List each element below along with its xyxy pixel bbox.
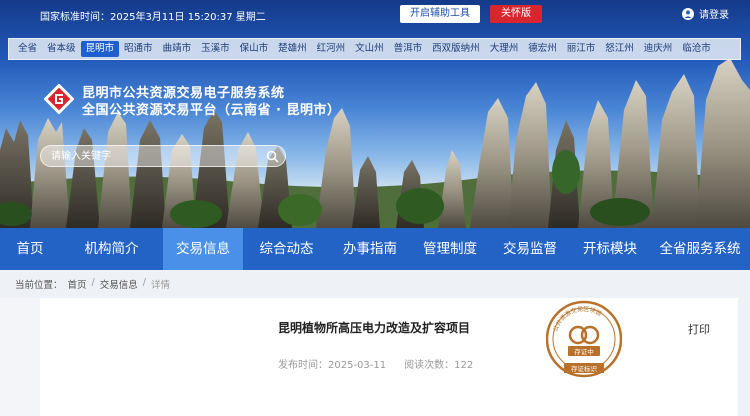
- search-icon[interactable]: [266, 150, 279, 163]
- breadcrumb-home[interactable]: 首页: [68, 277, 87, 291]
- content-side-gutter: [0, 298, 40, 416]
- region-bar: 全省 省本级 昆明市 昭通市 曲靖市 玉溪市 保山市 楚雄州 红河州 文山州 普洱市 西双版纳州 大理州…: [8, 38, 741, 60]
- region-item[interactable]: 怒江州: [600, 41, 639, 57]
- region-item[interactable]: 西双版纳州: [427, 41, 485, 57]
- login-label: 请登录: [699, 10, 729, 21]
- breadcrumb-trading-info[interactable]: 交易信息: [100, 277, 138, 291]
- breadcrumb: 当前位置： 首页 / 交易信息 / 详情: [15, 277, 170, 291]
- search-input[interactable]: [51, 149, 261, 164]
- region-item[interactable]: 曲靖市: [158, 41, 197, 57]
- nav-item[interactable]: 开标模块: [570, 228, 650, 270]
- region-item[interactable]: 保山市: [235, 41, 274, 57]
- print-button[interactable]: 打印: [688, 321, 710, 337]
- views-value: 122: [454, 360, 474, 371]
- region-item[interactable]: 德宏州: [523, 41, 562, 57]
- publish-label: 发布时间：: [278, 360, 328, 371]
- breadcrumb-current: 详情: [150, 280, 170, 291]
- nav-item[interactable]: 首页: [0, 228, 60, 270]
- view-count: 阅读次数：122: [404, 356, 473, 371]
- article-title: 昆明植物所高压电力改造及扩容项目: [278, 321, 471, 335]
- main-nav: 首页 机构简介 交易信息 综合动态 办事指南 管理制度 交易监督 开标模块 全省服务系统: [0, 228, 750, 270]
- care-version-button[interactable]: 关怀版: [490, 5, 542, 23]
- nav-item[interactable]: 交易监督: [490, 228, 570, 270]
- top-bar: 国家标准时间：2025年3月11日 15:20:37 星期二 开启辅助工具 关怀…: [0, 0, 750, 30]
- clock-label: 国家标准时间：: [40, 12, 110, 23]
- region-item[interactable]: 丽江市: [562, 41, 601, 57]
- standard-time: 国家标准时间：2025年3月11日 15:20:37 星期二: [40, 8, 266, 23]
- site-title-line2: 全国公共资源交易平台（云南省 · 昆明市）: [82, 103, 341, 118]
- publish-date: 2025-03-11: [328, 360, 387, 371]
- nav-item[interactable]: 全省服务系统: [650, 228, 750, 270]
- nav-item[interactable]: 综合动态: [243, 228, 330, 270]
- nav-item[interactable]: 办事指南: [330, 228, 410, 270]
- seal-center-text: 存证中: [574, 347, 594, 356]
- user-icon: [682, 7, 694, 20]
- breadcrumb-separator: /: [91, 277, 95, 288]
- assist-tools-button[interactable]: 开启辅助工具: [400, 5, 480, 23]
- seal-bottom-text: 存证标识: [571, 364, 598, 373]
- publish-time: 发布时间：2025-03-11: [278, 356, 386, 371]
- region-item[interactable]: 全省: [13, 41, 42, 57]
- region-item[interactable]: 普洱市: [389, 41, 428, 57]
- nav-item[interactable]: 机构简介: [60, 228, 163, 270]
- region-item[interactable]: 临沧市: [677, 41, 716, 57]
- search-box: [40, 145, 286, 167]
- site-logo-icon: [44, 84, 74, 114]
- breadcrumb-separator: /: [142, 277, 146, 288]
- region-item[interactable]: 红河州: [312, 41, 351, 57]
- region-item[interactable]: 楚雄州: [273, 41, 312, 57]
- views-label: 阅读次数：: [404, 360, 455, 371]
- blockchain-seal-icon: 公共资源交易区块链 存证中 存证标识: [546, 300, 622, 378]
- region-item[interactable]: 大理州: [485, 41, 524, 57]
- hero-banner: 国家标准时间：2025年3月11日 15:20:37 星期二 开启辅助工具 关怀…: [0, 0, 750, 228]
- region-item[interactable]: 玉溪市: [196, 41, 235, 57]
- nav-item[interactable]: 管理制度: [410, 228, 490, 270]
- region-item[interactable]: 省本级: [42, 41, 81, 57]
- login-link[interactable]: 请登录: [682, 6, 729, 21]
- clock-value: 2025年3月11日 15:20:37 星期二: [110, 12, 266, 23]
- region-item[interactable]: 昭通市: [119, 41, 158, 57]
- breadcrumb-prefix: 当前位置：: [15, 280, 63, 291]
- region-item[interactable]: 迪庆州: [639, 41, 678, 57]
- region-item[interactable]: 文山州: [350, 41, 389, 57]
- article-meta: 发布时间：2025-03-11 阅读次数：122: [278, 356, 473, 371]
- nav-item[interactable]: 交易信息: [163, 228, 243, 270]
- region-item[interactable]: 昆明市: [80, 41, 120, 57]
